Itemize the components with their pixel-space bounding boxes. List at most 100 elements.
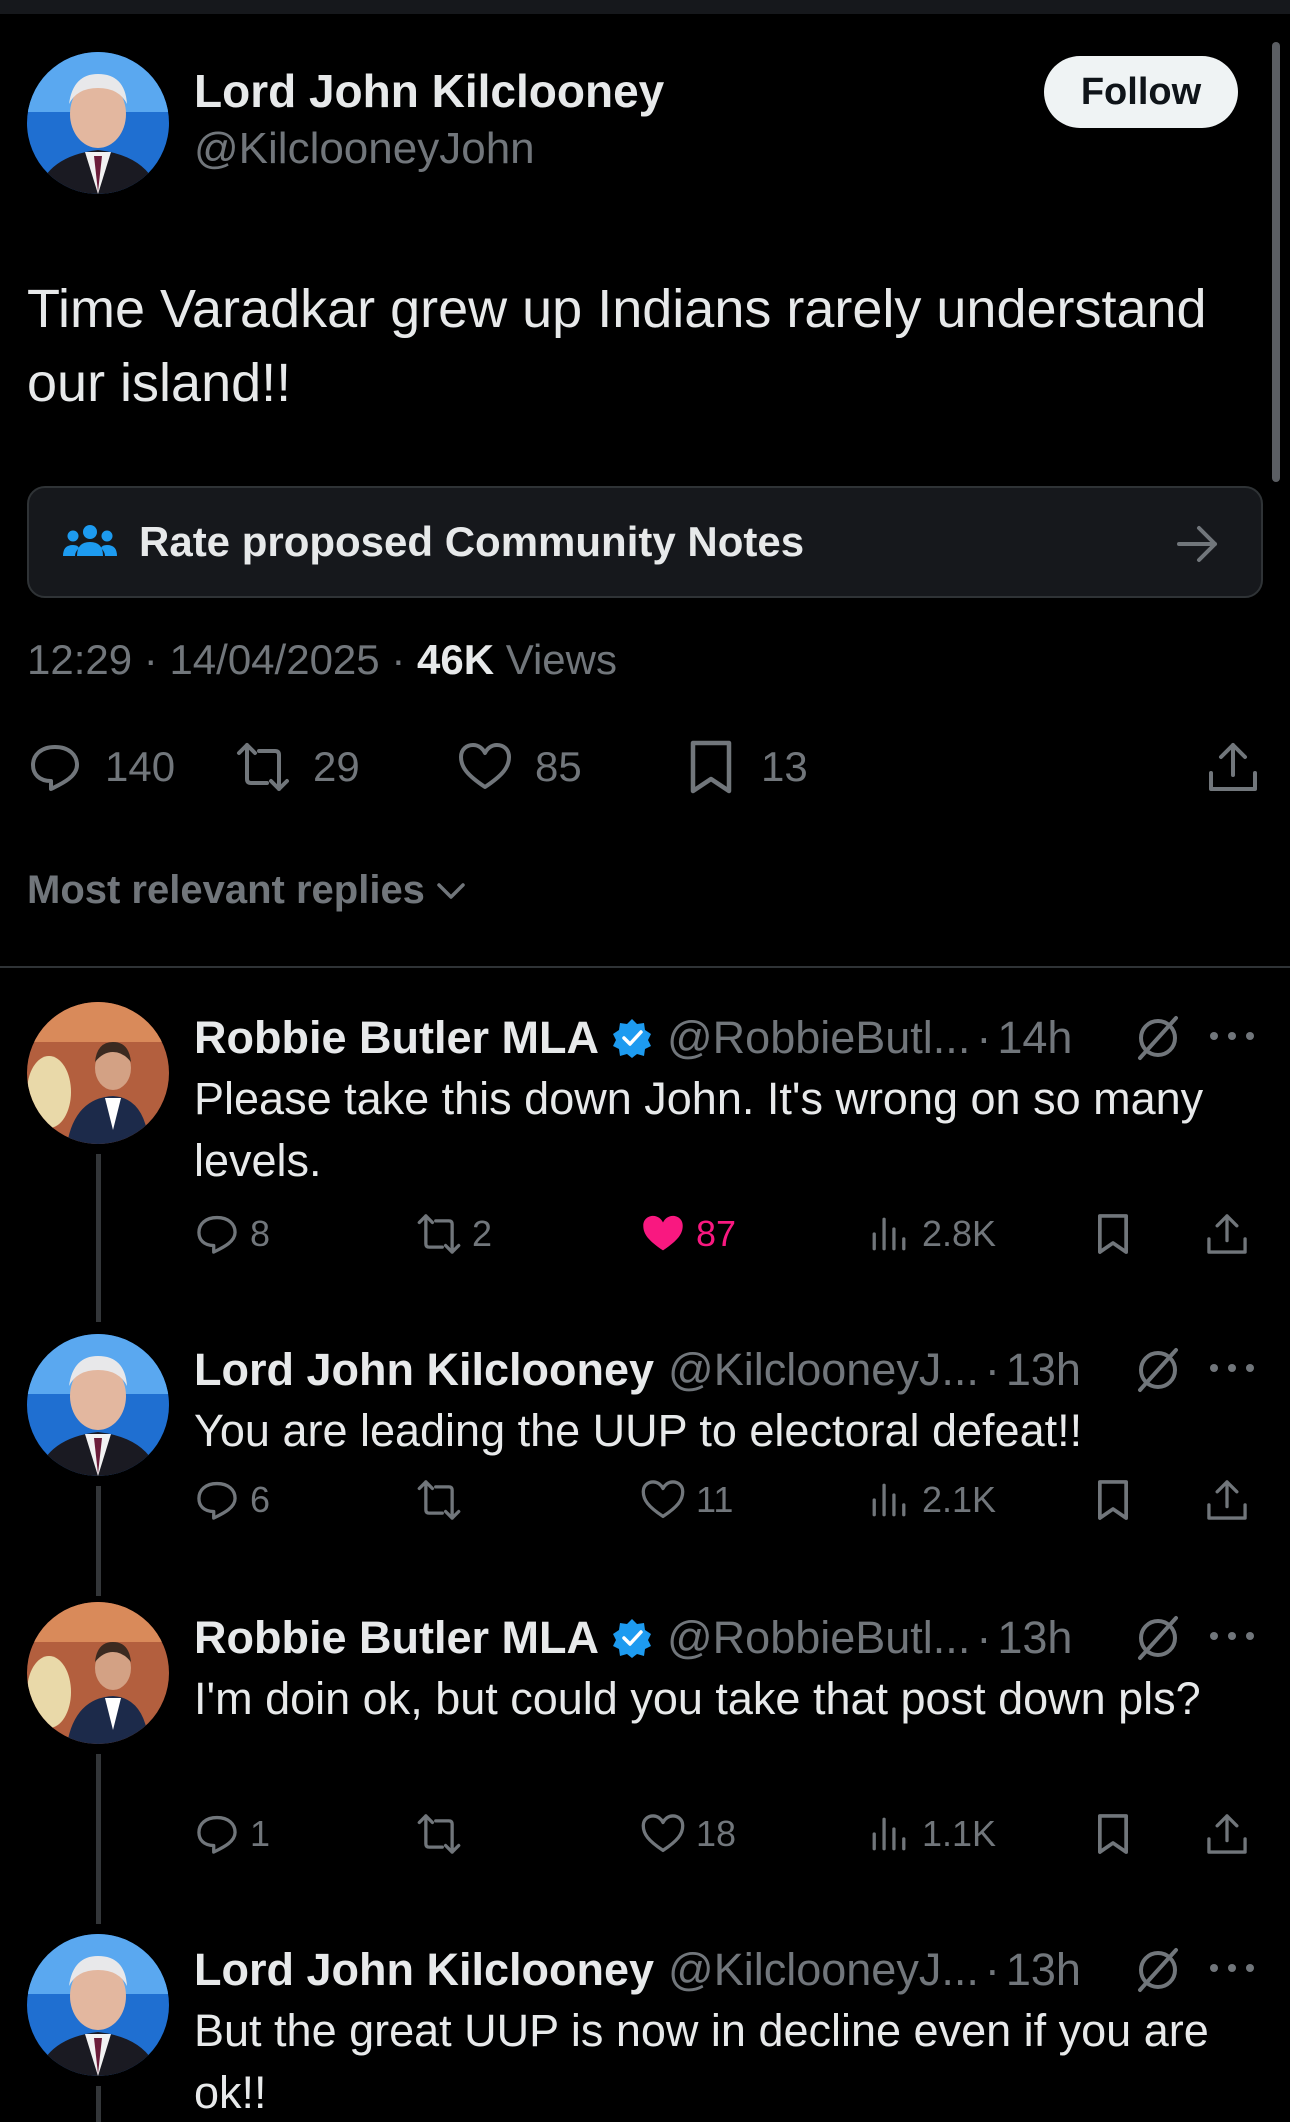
follow-button[interactable]: Follow — [1044, 56, 1238, 128]
like-count: 85 — [535, 743, 582, 790]
reply-author-name[interactable]: Lord John Kilclooney — [194, 1944, 654, 1996]
tweet-actions: 140 29 85 13 — [27, 732, 1267, 802]
reply-text: I'm doin ok, but could you take that pos… — [194, 1673, 1201, 1724]
thread-line — [96, 1754, 101, 1924]
bookmark-button[interactable]: 13 — [683, 732, 808, 802]
share-button[interactable] — [1204, 1206, 1250, 1262]
more-dots-icon[interactable] — [1208, 1028, 1256, 1044]
reply-avatar[interactable] — [27, 1934, 169, 2076]
tweet-meta: 12:29 · 14/04/2025 · 46K Views — [27, 636, 617, 684]
thread-line — [96, 1486, 101, 1596]
reply-count: 1 — [250, 1813, 271, 1854]
views-count: 2.8K — [922, 1213, 997, 1254]
reply-author-handle[interactable]: @RobbieButl... — [667, 1612, 970, 1664]
like-count: 11 — [696, 1479, 734, 1520]
repost-button[interactable]: 29 — [235, 732, 360, 802]
replies-sort-dropdown[interactable]: Most relevant replies — [27, 868, 469, 913]
speech-bubble-icon — [197, 1215, 237, 1254]
separator-dot: · — [391, 636, 417, 683]
reply-age[interactable]: 14h — [997, 1012, 1072, 1064]
reply-count: 6 — [250, 1479, 271, 1520]
bar-chart-icon — [872, 1817, 906, 1851]
thread-line — [96, 2086, 101, 2122]
reply-actions: 8 2 87 2.8K — [194, 1206, 1274, 1262]
like-button[interactable]: 85 — [457, 732, 582, 802]
bookmark-icon — [690, 740, 732, 794]
more-dots-icon[interactable] — [1208, 1960, 1256, 1976]
reply-age[interactable]: 13h — [1006, 1944, 1081, 1996]
grok-icon[interactable] — [1134, 1946, 1182, 1994]
more-dots-icon[interactable] — [1208, 1360, 1256, 1376]
views-count: 2.1K — [922, 1479, 997, 1520]
views-count: 1.1K — [922, 1813, 997, 1854]
scrollbar[interactable] — [1272, 42, 1280, 482]
repost-count: 2 — [472, 1213, 493, 1254]
bookmark-icon — [1098, 1214, 1128, 1254]
reply-actions: 1 18 1.1K — [194, 1806, 1274, 1862]
share-button[interactable] — [1205, 732, 1261, 802]
reply-text: You are leading the UUP to electoral def… — [194, 1405, 1083, 1456]
reply-author-name[interactable]: Robbie Butler MLA — [194, 1012, 599, 1064]
repost-button[interactable] — [416, 1806, 472, 1862]
reply-avatar[interactable] — [27, 1602, 169, 1744]
bookmark-icon — [1098, 1480, 1128, 1520]
repost-icon — [417, 1480, 461, 1520]
reply-button[interactable]: 140 — [27, 732, 175, 802]
grok-icon[interactable] — [1134, 1614, 1182, 1662]
author-avatar[interactable] — [27, 52, 169, 194]
community-notes-card[interactable]: Rate proposed Community Notes — [27, 486, 1263, 598]
heart-filled-icon — [643, 1215, 683, 1251]
reply-avatar[interactable] — [27, 1334, 169, 1476]
share-button[interactable] — [1204, 1806, 1250, 1862]
divider — [0, 966, 1290, 968]
share-button[interactable] — [1204, 1472, 1250, 1528]
repost-icon — [417, 1214, 461, 1254]
reply-header: Lord John Kilclooney @KilclooneyJ... · 1… — [194, 1944, 1081, 1996]
bookmark-button[interactable] — [1090, 1472, 1136, 1528]
bookmark-button[interactable] — [1090, 1806, 1136, 1862]
like-button[interactable]: 18 — [640, 1806, 736, 1862]
tweet-time[interactable]: 12:29 — [27, 636, 132, 683]
views-button[interactable]: 2.8K — [866, 1206, 996, 1262]
reply-author-name[interactable]: Robbie Butler MLA — [194, 1612, 599, 1664]
tweet-date[interactable]: 14/04/2025 — [169, 636, 379, 683]
reply-button[interactable]: 8 — [194, 1206, 270, 1262]
reply-header: Robbie Butler MLA @RobbieButl... · 14h — [194, 1012, 1072, 1064]
reply-author-handle[interactable]: @KilclooneyJ... — [668, 1944, 979, 1996]
reply-avatar[interactable] — [27, 1002, 169, 1144]
reply-author-name[interactable]: Lord John Kilclooney — [194, 1344, 654, 1396]
views-count: 46K — [416, 636, 495, 683]
reply-author-handle[interactable]: @KilclooneyJ... — [668, 1344, 979, 1396]
repost-icon — [417, 1814, 461, 1854]
author-name[interactable]: Lord John Kilclooney — [194, 64, 664, 118]
repost-icon — [237, 743, 289, 791]
views-button[interactable]: 2.1K — [866, 1472, 996, 1528]
heart-icon — [459, 743, 511, 789]
grok-icon[interactable] — [1134, 1014, 1182, 1062]
reply-button[interactable]: 6 — [194, 1472, 270, 1528]
reply-author-handle[interactable]: @RobbieButl... — [667, 1012, 970, 1064]
separator-dot: · — [143, 636, 170, 683]
author-handle[interactable]: @KilclooneyJohn — [194, 124, 535, 174]
reply-age[interactable]: 13h — [997, 1612, 1072, 1664]
community-notes-label: Rate proposed Community Notes — [139, 518, 805, 565]
bookmark-button[interactable] — [1090, 1206, 1136, 1262]
separator-dot: · — [976, 1612, 992, 1663]
reply-button[interactable]: 1 — [194, 1806, 270, 1862]
reply-age[interactable]: 13h — [1006, 1344, 1081, 1396]
reply-actions: 6 11 2.1K — [194, 1472, 1274, 1528]
heart-icon — [641, 1480, 685, 1519]
views-label: Views — [505, 636, 617, 683]
more-dots-icon[interactable] — [1208, 1628, 1256, 1644]
separator-dot: · — [984, 1344, 1000, 1395]
views-button[interactable]: 1.1K — [866, 1806, 996, 1862]
grok-icon[interactable] — [1134, 1346, 1182, 1394]
speech-bubble-icon — [31, 745, 79, 791]
repost-button[interactable]: 2 — [416, 1206, 492, 1262]
bookmark-count: 13 — [761, 743, 808, 790]
reply-text: Please take this down John. It's wrong o… — [194, 1073, 1204, 1186]
verified-badge-icon — [612, 1019, 651, 1058]
like-button[interactable]: 87 — [640, 1206, 736, 1262]
like-button[interactable]: 11 — [640, 1472, 733, 1528]
repost-button[interactable] — [416, 1472, 472, 1528]
